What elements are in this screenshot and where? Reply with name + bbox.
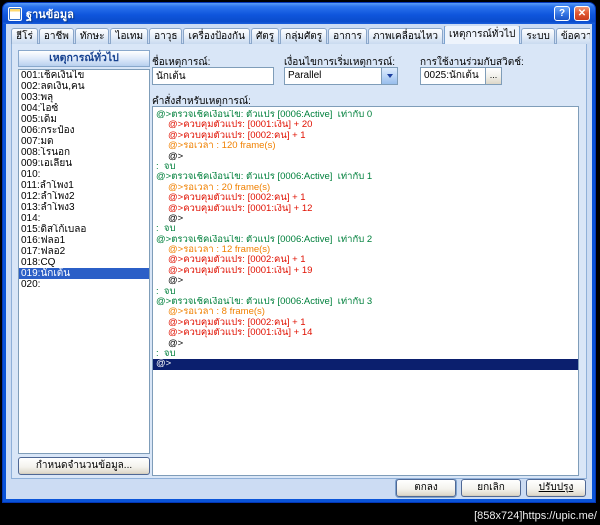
- event-command-line-18[interactable]: @>ตรวจเช็คเงื่อนไข: ตัวแปร [0006:Active]…: [153, 297, 578, 307]
- common-event-item-10[interactable]: 011:ลำโพง1: [19, 180, 149, 191]
- close-icon[interactable]: ✕: [574, 6, 590, 21]
- database-window: ฐานข้อมูล ? ✕ ฮีโร่ อาชีพ ทักษะ ไอเทม อาวุธเ…: [2, 2, 596, 503]
- common-events-tab-panel: เหตุการณ์ทั่วไป 001:เช็คเงินไข 002:ลดเงิน…: [11, 43, 587, 479]
- client-area: ฮีโร่ อาชีพ ทักษะ ไอเทม อาวุธ เครื่องป้องกันศ…: [6, 24, 592, 499]
- event-command-line-15[interactable]: @>ควบคุมตัวแปร: [0001:เงิน] + 19: [153, 266, 578, 276]
- event-command-line-19[interactable]: @>รอเวลา : 8 frame(s): [153, 307, 578, 317]
- event-name-input[interactable]: [152, 67, 274, 85]
- tab-item-10[interactable]: เหตุการณ์ทั่วไป: [443, 26, 521, 44]
- common-event-item-12[interactable]: 013:ลำโพง3: [19, 202, 149, 213]
- condition-switch-field[interactable]: 0025:นักเต้น ...: [420, 67, 502, 85]
- common-event-item-1[interactable]: 002:ลดเงิน,คน: [19, 81, 149, 92]
- event-command-line-2[interactable]: @>ควบคุมตัวแปร: [0002:คน] + 1: [153, 131, 578, 141]
- common-event-item-11[interactable]: 012:ลำโพง2: [19, 191, 149, 202]
- event-command-line-4[interactable]: @>: [153, 152, 578, 162]
- apply-button-label: ปรับปรุง: [538, 482, 574, 493]
- tab-item-11[interactable]: ระบบ: [521, 28, 555, 44]
- common-event-item-5[interactable]: 006:กระป๋อง: [19, 125, 149, 136]
- tab-item-5[interactable]: เครื่องป้องกัน: [183, 28, 250, 44]
- common-event-item-13[interactable]: 014:: [19, 213, 149, 224]
- event-command-list[interactable]: @>ตรวจเช็คเงื่อนไข: ตัวแปร [0006:Active]…: [152, 106, 579, 476]
- event-command-line-6[interactable]: @>ตรวจเช็คเงื่อนไข: ตัวแปร [0006:Active]…: [153, 172, 578, 182]
- event-command-line-7[interactable]: @>รอเวลา : 20 frame(s): [153, 183, 578, 193]
- tab-item-4[interactable]: อาวุธ: [149, 28, 183, 44]
- tab-item-7[interactable]: กลุ่มศัตรู: [280, 28, 328, 44]
- common-event-item-4[interactable]: 005:เด็ม: [19, 114, 149, 125]
- tab-item-6[interactable]: ศัตรู: [250, 28, 280, 44]
- event-command-line-10[interactable]: @>: [153, 214, 578, 224]
- common-event-item-3[interactable]: 004:ไอซ์: [19, 103, 149, 114]
- chevron-down-icon[interactable]: [381, 68, 397, 84]
- tab-item-8[interactable]: อาการ: [328, 28, 367, 44]
- ok-button[interactable]: ตกลง: [396, 479, 456, 497]
- common-event-item-16[interactable]: 017:ฟลอ2: [19, 246, 149, 257]
- cancel-button[interactable]: ยกเลิก: [461, 479, 521, 497]
- common-event-item-9[interactable]: 010:: [19, 169, 149, 180]
- condition-switch-value: 0025:นักเต้น: [424, 70, 479, 81]
- trigger-value: Parallel: [288, 70, 322, 81]
- common-event-item-17[interactable]: 018:CQ: [19, 257, 149, 268]
- event-command-line-23[interactable]: : จบ: [153, 349, 578, 359]
- event-command-line-17[interactable]: : จบ: [153, 287, 578, 297]
- switch-browse-button[interactable]: ...: [485, 68, 501, 84]
- common-event-item-18[interactable]: 019:นักเต้น: [19, 268, 149, 279]
- event-command-line-20[interactable]: @>ควบคุมตัวแปร: [0002:คน] + 1: [153, 318, 578, 328]
- title-bar[interactable]: ฐานข้อมูล ? ✕: [3, 3, 595, 24]
- common-event-item-7[interactable]: 008:โรนอก: [19, 147, 149, 158]
- window-title: ฐานข้อมูล: [26, 8, 74, 21]
- common-event-item-8[interactable]: 009:เอเลี่ยน: [19, 158, 149, 169]
- event-command-line-13[interactable]: @>รอเวลา : 12 frame(s): [153, 245, 578, 255]
- database-icon: [8, 6, 22, 21]
- common-event-list[interactable]: 001:เช็คเงินไข 002:ลดเงิน,คน 003:พลุ 004:ไอ…: [18, 69, 150, 454]
- tab-item-3[interactable]: ไอเทม: [110, 28, 149, 44]
- watermark: [858x724]https://upic.me/: [474, 510, 597, 522]
- event-command-line-14[interactable]: @>ควบคุมตัวแปร: [0002:คน] + 1: [153, 255, 578, 265]
- tab-bar: ฮีโร่ อาชีพ ทักษะ ไอเทม อาวุธ เครื่องป้องกันศ…: [11, 26, 590, 44]
- event-list-header: เหตุการณ์ทั่วไป: [18, 50, 150, 67]
- event-command-line-22[interactable]: @>: [153, 339, 578, 349]
- common-event-item-0[interactable]: 001:เช็คเงินไข: [19, 70, 149, 81]
- set-data-amount-button[interactable]: กำหนดจำนวนข้อมูล...: [18, 457, 150, 475]
- event-command-line-24[interactable]: @>: [153, 359, 578, 370]
- event-command-line-8[interactable]: @>ควบคุมตัวแปร: [0002:คน] + 1: [153, 193, 578, 203]
- common-event-item-14[interactable]: 015:ดิสโก้เบลอ: [19, 224, 149, 235]
- common-event-item-15[interactable]: 016:ฟลอ1: [19, 235, 149, 246]
- trigger-select[interactable]: Parallel: [284, 67, 398, 85]
- tab-item-9[interactable]: ภาพเคลื่อนไหว: [367, 28, 443, 44]
- common-event-item-6[interactable]: 007:มด: [19, 136, 149, 147]
- apply-button[interactable]: ปรับปรุง: [526, 479, 586, 497]
- common-event-item-2[interactable]: 003:พลุ: [19, 92, 149, 103]
- event-command-line-21[interactable]: @>ควบคุมตัวแปร: [0001:เงิน] + 14: [153, 328, 578, 338]
- help-icon[interactable]: ?: [554, 6, 570, 21]
- event-command-line-1[interactable]: @>ควบคุมตัวแปร: [0001:เงิน] + 20: [153, 120, 578, 130]
- common-event-item-19[interactable]: 020:: [19, 279, 149, 290]
- event-command-line-12[interactable]: @>ตรวจเช็คเงื่อนไข: ตัวแปร [0006:Active]…: [153, 235, 578, 245]
- event-command-line-16[interactable]: @>: [153, 276, 578, 286]
- event-command-line-5[interactable]: : จบ: [153, 162, 578, 172]
- event-command-line-9[interactable]: @>ควบคุมตัวแปร: [0001:เงิน] + 12: [153, 204, 578, 214]
- tab-item-1[interactable]: อาชีพ: [38, 28, 74, 44]
- dialog-footer: ตกลง ยกเลิก ปรับปรุง: [396, 479, 586, 497]
- tab-item-2[interactable]: ทักษะ: [74, 28, 110, 44]
- event-command-line-3[interactable]: @>รอเวลา : 120 frame(s): [153, 141, 578, 151]
- event-command-line-0[interactable]: @>ตรวจเช็คเงื่อนไข: ตัวแปร [0006:Active]…: [153, 110, 578, 120]
- tab-item-12[interactable]: ข้อความ: [555, 28, 590, 44]
- event-command-line-11[interactable]: : จบ: [153, 224, 578, 234]
- tab-item-0[interactable]: ฮีโร่: [11, 28, 38, 44]
